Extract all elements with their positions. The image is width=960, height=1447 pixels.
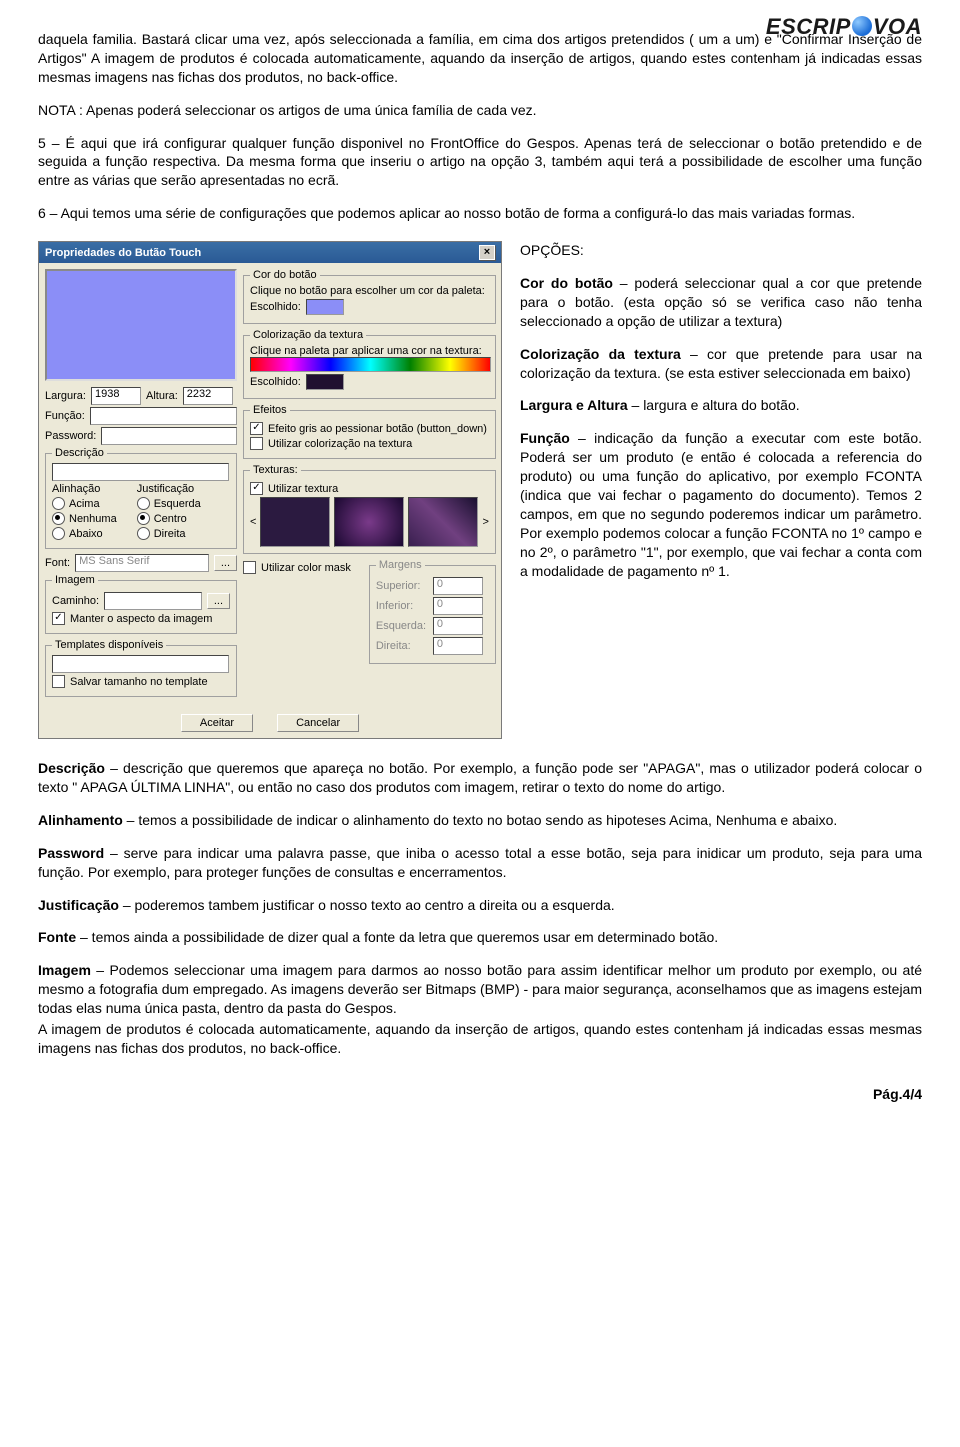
cor-swatch[interactable]	[306, 299, 344, 315]
color-preview[interactable]	[45, 269, 237, 381]
globe-icon	[852, 16, 872, 36]
margens-legend: Margens	[376, 559, 425, 571]
paragraph-5: 5 – É aqui que irá configurar qualquer f…	[38, 134, 922, 191]
caminho-browse-button[interactable]: ...	[207, 593, 230, 609]
margem-direita-input[interactable]: 0	[433, 637, 483, 655]
dialog-title-text: Propriedades do Butão Touch	[45, 247, 201, 259]
dialog-titlebar: Propriedades do Butão Touch ×	[39, 242, 501, 263]
templates-legend: Templates disponíveis	[52, 639, 166, 651]
radio-direita[interactable]: Direita	[137, 527, 201, 540]
colorizacao-legend: Colorização da textura	[250, 329, 366, 341]
imagem-group: Imagem Caminho:... Manter o aspecto da i…	[45, 574, 237, 634]
texture-thumb-3[interactable]	[408, 497, 478, 547]
cor-botao-group: Cor do botão Clique no botão para escolh…	[243, 269, 496, 324]
altura-label: Altura:	[146, 390, 178, 402]
close-icon[interactable]: ×	[479, 245, 495, 260]
password-label: Password:	[45, 430, 96, 442]
margem-esquerda-input[interactable]: 0	[433, 617, 483, 635]
dialog-propriedades-botao: Propriedades do Butão Touch × Largura: 1…	[38, 241, 502, 739]
texturas-legend: Texturas:	[250, 464, 301, 476]
color-mask-checkbox[interactable]: Utilizar color mask	[243, 561, 351, 574]
paragraph-6: 6 – Aqui temos uma série de configuraçõe…	[38, 204, 922, 223]
font-input[interactable]: MS Sans Serif	[75, 554, 209, 572]
opt-imagem-1: Imagem – Podemos seleccionar uma imagem …	[38, 961, 922, 1018]
descricao-group: Descrição Alinhação Acima Nenhuma Abaixo	[45, 447, 237, 549]
page-number: Pág.4/4	[38, 1086, 922, 1102]
cor-hint: Clique no botão para escolher um cor da …	[250, 285, 489, 297]
manter-aspecto-checkbox[interactable]: Manter o aspecto da imagem	[52, 612, 230, 625]
colorizacao-hint: Clique na paleta par aplicar uma cor na …	[250, 345, 489, 357]
descricao-legend: Descrição	[52, 447, 107, 459]
descricao-input[interactable]	[52, 463, 229, 481]
colorizacao-swatch[interactable]	[306, 374, 344, 390]
radio-abaixo[interactable]: Abaixo	[52, 527, 117, 540]
imagem-legend: Imagem	[52, 574, 98, 586]
font-label: Font:	[45, 557, 70, 569]
salvar-tamanho-checkbox[interactable]: Salvar tamanho no template	[52, 675, 230, 688]
hue-slider[interactable]	[250, 357, 491, 372]
templates-group: Templates disponíveis Salvar tamanho no …	[45, 639, 237, 697]
caminho-label: Caminho:	[52, 595, 99, 607]
opt-descricao: Descrição – descrição que queremos que a…	[38, 759, 922, 797]
altura-input[interactable]: 2232	[183, 387, 233, 405]
escolhido-label: Escolhido:	[250, 301, 301, 313]
opt-imagem-2: A imagem de produtos é colocada automati…	[38, 1020, 922, 1058]
opt-fonte: Fonte – temos ainda a possibilidade de d…	[38, 928, 922, 947]
cor-botao-legend: Cor do botão	[250, 269, 320, 281]
cancelar-button[interactable]: Cancelar	[277, 714, 359, 732]
opt-justificacao: Justificação – poderemos tambem justific…	[38, 896, 922, 915]
opt-password: Password – serve para indicar uma palavr…	[38, 844, 922, 882]
largura-label: Largura:	[45, 390, 86, 402]
radio-centro[interactable]: Centro	[137, 512, 201, 525]
texture-next-button[interactable]: >	[482, 516, 488, 528]
funcao-label: Função:	[45, 410, 85, 422]
paragraph-nota: NOTA : Apenas poderá seleccionar os arti…	[38, 101, 922, 120]
password-input[interactable]	[101, 427, 237, 445]
margem-superior-input[interactable]: 0	[433, 577, 483, 595]
font-browse-button[interactable]: ...	[214, 555, 237, 571]
aceitar-button[interactable]: Aceitar	[181, 714, 253, 732]
brand-logo: ESCRIPVOA	[766, 14, 922, 40]
caminho-input[interactable]	[104, 592, 202, 610]
funcao-input[interactable]	[90, 407, 237, 425]
efeito-colorizacao-checkbox[interactable]: Utilizar colorização na textura	[250, 437, 489, 450]
radio-nenhuma[interactable]: Nenhuma	[52, 512, 117, 525]
texture-thumb-2[interactable]	[334, 497, 404, 547]
utilizar-textura-checkbox[interactable]: Utilizar textura	[250, 482, 489, 495]
efeitos-group: Efeitos Efeito gris ao pessionar botão (…	[243, 404, 496, 459]
radio-acima[interactable]: Acima	[52, 497, 117, 510]
texturas-group: Texturas: Utilizar textura < >	[243, 464, 496, 554]
margem-inferior-input[interactable]: 0	[433, 597, 483, 615]
templates-select[interactable]	[52, 655, 229, 673]
margens-group: Margens Superior:0 Inferior:0 Esquerda:0…	[369, 559, 496, 664]
alinh-label: Alinhação	[52, 483, 117, 495]
texture-thumb-1[interactable]	[260, 497, 330, 547]
just-label: Justificação	[137, 483, 201, 495]
radio-esquerda[interactable]: Esquerda	[137, 497, 201, 510]
escolhido-label-2: Escolhido:	[250, 376, 301, 388]
largura-input[interactable]: 1938	[91, 387, 141, 405]
texture-prev-button[interactable]: <	[250, 516, 256, 528]
opt-alinhamento: Alinhamento – temos a possibilidade de i…	[38, 811, 922, 830]
efeitos-legend: Efeitos	[250, 404, 290, 416]
efeito-gris-checkbox[interactable]: Efeito gris ao pessionar botão (button_d…	[250, 422, 489, 435]
colorizacao-group: Colorização da textura Clique na paleta …	[243, 329, 496, 399]
